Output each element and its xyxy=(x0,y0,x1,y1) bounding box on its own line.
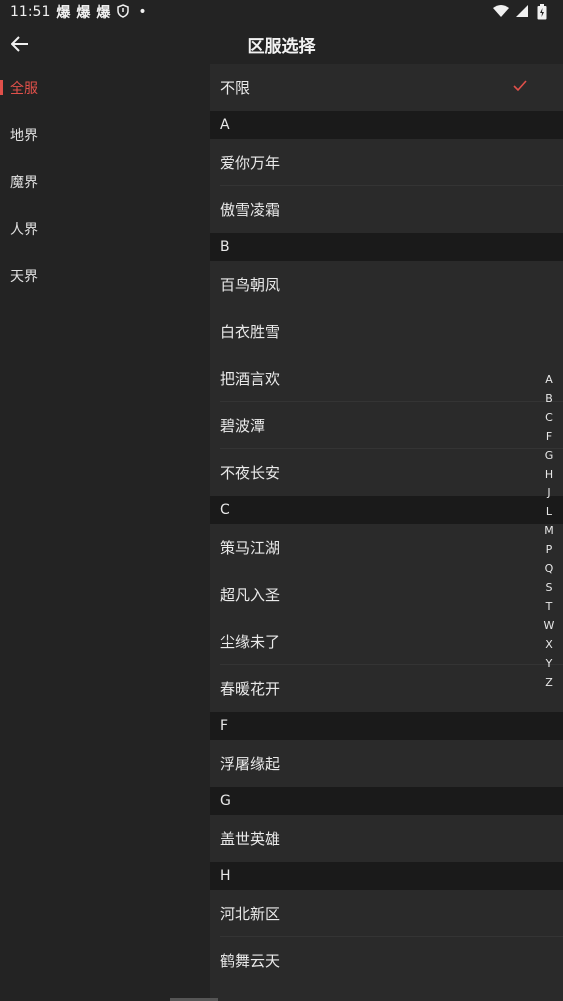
index-letter[interactable]: Q xyxy=(545,560,554,579)
section-header: C xyxy=(210,496,563,524)
signal-icon xyxy=(515,4,531,20)
index-letter[interactable]: G xyxy=(545,447,554,466)
list-item[interactable]: 白衣胜雪 xyxy=(210,308,563,355)
index-letter[interactable]: H xyxy=(545,466,553,485)
section-header: G xyxy=(210,787,563,815)
sidebar-item-human[interactable]: 人界 xyxy=(0,205,210,252)
list-item[interactable]: 百鸟朝凤 xyxy=(210,261,563,308)
index-letter[interactable]: Z xyxy=(545,674,553,693)
section-header: H xyxy=(210,862,563,890)
app-bar: 区服选择 xyxy=(0,24,563,64)
list-item[interactable]: 春暖花开 xyxy=(210,665,563,712)
sidebar-item-heaven[interactable]: 天界 xyxy=(0,252,210,299)
list-item[interactable]: 浮屠缘起 xyxy=(210,740,563,787)
sidebar-item-all[interactable]: 全服 xyxy=(0,64,210,111)
list-item[interactable]: 爱你万年 xyxy=(210,139,563,186)
notification-icon: 爆 xyxy=(96,5,111,21)
list-item[interactable]: 尘缘未了 xyxy=(210,618,563,665)
list-item[interactable]: 盖世英雄 xyxy=(210,815,563,862)
index-letter[interactable]: C xyxy=(545,409,553,428)
back-arrow-icon[interactable] xyxy=(6,30,34,58)
list-item[interactable]: 把酒言欢 xyxy=(210,355,563,402)
alphabet-index[interactable]: A B C F G H J L M P Q S T W X Y Z xyxy=(538,371,560,692)
list-item-label: 不限 xyxy=(220,79,251,97)
check-icon xyxy=(513,79,527,93)
server-list: 不限 A 爱你万年 傲雪凌霜 B 百鸟朝凤 白衣胜雪 把酒言欢 碧波潭 不夜长安… xyxy=(210,64,563,1001)
index-letter[interactable]: T xyxy=(546,598,553,617)
wifi-icon xyxy=(493,4,509,20)
index-letter[interactable]: L xyxy=(546,503,552,522)
section-header: A xyxy=(210,111,563,139)
status-bar: 11:51 爆 爆 爆 • xyxy=(0,0,563,24)
list-item[interactable]: 不夜长安 xyxy=(210,449,563,496)
index-letter[interactable]: P xyxy=(546,541,553,560)
sidebar-item-earth[interactable]: 地界 xyxy=(0,111,210,158)
shield-icon xyxy=(116,4,132,20)
index-letter[interactable]: A xyxy=(545,371,553,390)
status-dot: • xyxy=(138,4,147,20)
list-item[interactable]: 傲雪凌霜 xyxy=(210,186,563,233)
page-title: 区服选择 xyxy=(247,36,316,57)
status-left: 11:51 爆 爆 爆 • xyxy=(10,2,147,22)
list-item[interactable]: 碧波潭 xyxy=(210,402,563,449)
list-item[interactable]: 超凡入圣 xyxy=(210,571,563,618)
index-letter[interactable]: M xyxy=(544,522,554,541)
list-item-unlimited[interactable]: 不限 xyxy=(210,64,563,111)
index-letter[interactable]: J xyxy=(547,484,550,503)
index-letter[interactable]: W xyxy=(544,617,555,636)
status-time: 11:51 xyxy=(10,4,51,20)
sidebar: 全服 地界 魔界 人界 天界 xyxy=(0,64,210,1001)
list-item[interactable]: 策马江湖 xyxy=(210,524,563,571)
notification-icon: 爆 xyxy=(56,5,71,21)
index-letter[interactable]: Y xyxy=(546,655,553,674)
index-letter[interactable]: F xyxy=(546,428,552,447)
index-letter[interactable]: X xyxy=(545,636,553,655)
sidebar-item-demon[interactable]: 魔界 xyxy=(0,158,210,205)
battery-icon xyxy=(537,4,553,20)
section-header: F xyxy=(210,712,563,740)
status-right xyxy=(493,4,553,20)
index-letter[interactable]: B xyxy=(545,390,553,409)
index-letter[interactable]: S xyxy=(546,579,553,598)
section-header: B xyxy=(210,233,563,261)
list-item[interactable]: 河北新区 xyxy=(210,890,563,937)
list-item[interactable]: 鹤舞云天 xyxy=(210,937,563,984)
notification-icon: 爆 xyxy=(76,5,91,21)
